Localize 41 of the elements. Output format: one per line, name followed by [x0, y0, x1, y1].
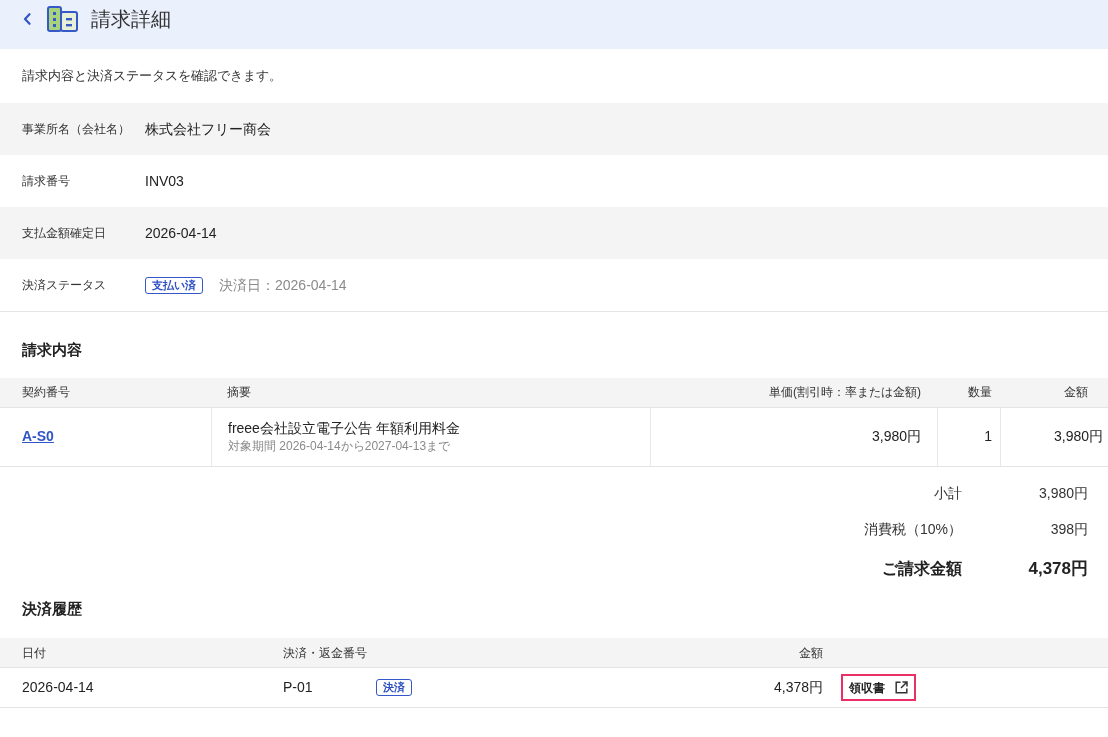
field-value: 2026-04-14 [145, 223, 217, 243]
field-value: INV03 [145, 171, 184, 191]
summary-value: 3,980円 [1038, 484, 1088, 503]
field-label: 決済ステータス [22, 277, 107, 294]
external-link-icon [895, 681, 908, 694]
column-header: 数量 [968, 384, 992, 401]
summary-value: 398円 [1050, 520, 1088, 539]
column-header: 契約番号 [22, 384, 70, 401]
back-chevron-icon[interactable] [23, 13, 31, 25]
column-header: 決済・返金番号 [283, 644, 367, 662]
column-header: 金額 [799, 644, 823, 662]
field-label: 請求番号 [22, 173, 71, 190]
receipt-button[interactable]: 領収書 [841, 674, 916, 701]
column-header: 単価(割引時：率または金額) [769, 384, 921, 401]
unit-price: 3,980円 [871, 427, 921, 446]
page-title: 請求詳細 [91, 9, 171, 29]
description-text: 請求内容と決済ステータスを確認できます。 [22, 67, 282, 86]
building-icon [47, 6, 78, 32]
summary-label: 消費税（10%） [863, 520, 962, 539]
payment-number: P-01 [283, 678, 314, 697]
payment-date-text: 決済日：2026-04-14 [219, 275, 347, 295]
section-heading: 請求内容 [22, 340, 82, 360]
column-header: 金額 [1064, 384, 1088, 401]
payment-date: 2026-04-14 [22, 678, 94, 697]
column-header: 摘要 [227, 384, 251, 401]
section-heading: 決済履歴 [22, 598, 82, 619]
status-badge: 支払い済 [145, 276, 203, 294]
total-value: 4,378円 [1028, 557, 1088, 580]
payment-amount: 4,378円 [773, 678, 823, 697]
payment-badge: 決済 [376, 679, 412, 696]
amount: 3,980円 [1053, 427, 1103, 446]
summary-label: 小計 [934, 484, 962, 503]
quantity: 1 [984, 427, 992, 446]
total-label: ご請求金額 [882, 558, 962, 579]
item-period: 対象期間 2026-04-14から2027-04-13まで [228, 438, 451, 455]
field-value: 株式会社フリー商会 [145, 119, 271, 139]
item-name: freee会社設立電子公告 年額利用料金 [228, 419, 460, 438]
contract-link[interactable]: A-S0 [22, 426, 54, 447]
field-label: 支払金額確定日 [22, 225, 107, 242]
field-label: 事業所名（会社名） [22, 121, 131, 138]
column-header: 日付 [22, 644, 46, 662]
